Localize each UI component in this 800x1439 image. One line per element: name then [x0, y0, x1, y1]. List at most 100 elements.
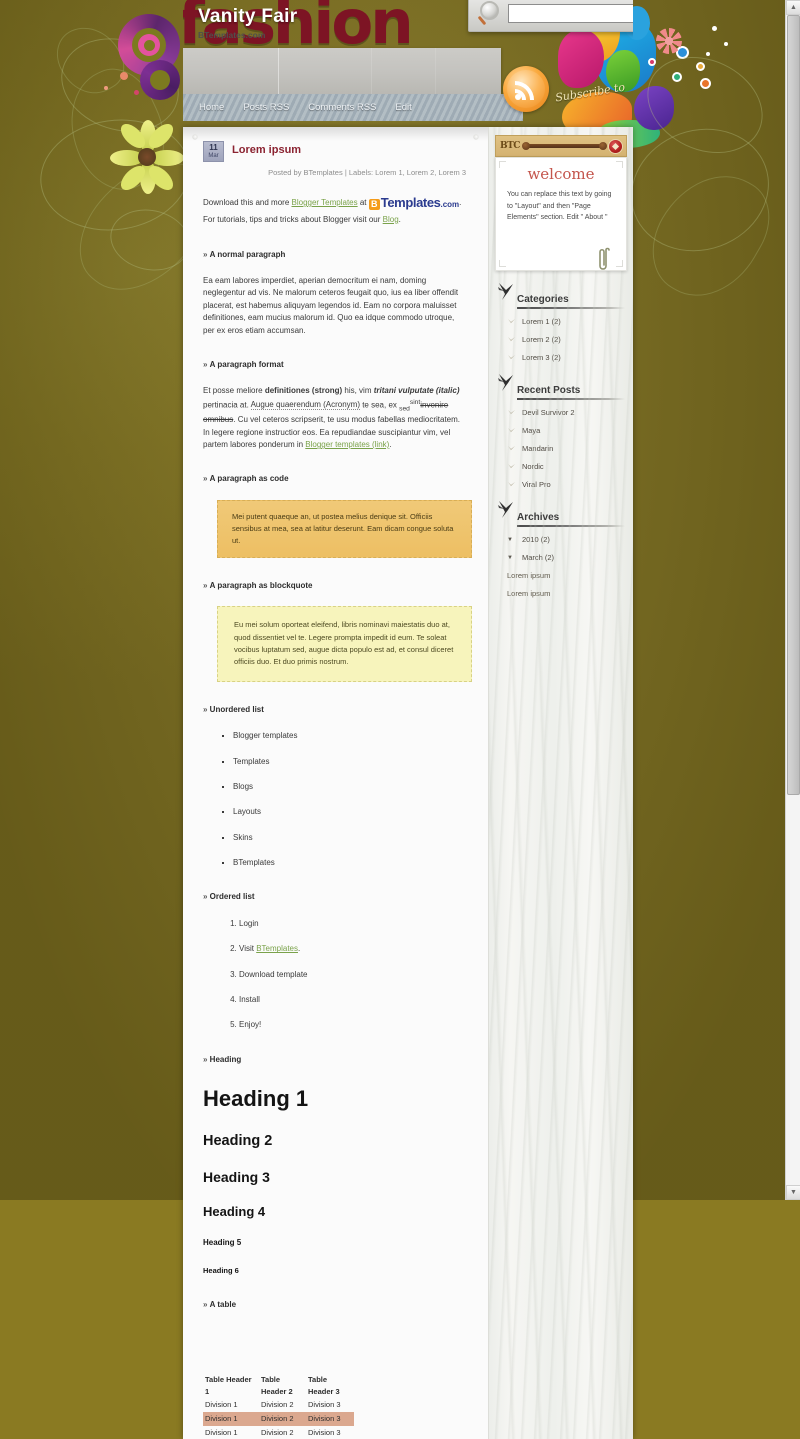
decor-dot	[648, 58, 656, 66]
nav-item-comments-rss[interactable]: Comments RSS	[308, 102, 376, 113]
main-content: 11 Mar Lorem ipsum Posted by BTemplates …	[183, 127, 488, 1439]
decor-dot	[712, 26, 717, 31]
table-cell: Division 1	[205, 1427, 238, 1437]
section-heading: Heading	[203, 1054, 468, 1066]
list-item: Skins	[233, 832, 468, 844]
format-paragraph: Et posse meliore definitiones (strong) h…	[203, 385, 468, 451]
page-wrapper: fashion Vanity Fair BTemplates.com Home …	[183, 0, 633, 1439]
heading-3: Heading 3	[203, 1168, 270, 1185]
intro-text-2: at	[357, 198, 369, 207]
brush-mark-icon	[498, 283, 513, 300]
table-row: Division 1 Division 2 Division 3	[203, 1398, 354, 1412]
table-cell: Division 3	[308, 1427, 341, 1437]
format-superscript: sint	[409, 398, 421, 406]
table-cell: Division 1	[205, 1400, 238, 1410]
btemplates-logo-mark: B	[368, 199, 380, 210]
btemplates-logo-tld: .com	[440, 200, 460, 209]
list-item: Visit BTemplates.	[239, 943, 468, 955]
section-a-table: A table	[203, 1299, 468, 1311]
site-header: fashion Vanity Fair BTemplates.com Home …	[183, 0, 633, 127]
blog-post: 11 Mar Lorem ipsum Posted by BTemplates …	[183, 127, 488, 1439]
scroll-down-icon[interactable]: ▼	[786, 1185, 800, 1200]
categories-widget-header: Categories	[497, 283, 625, 305]
unordered-list: Blogger templates Templates Blogs Layout…	[217, 730, 468, 869]
pin-icon	[473, 134, 479, 140]
list-item: BTemplates	[233, 857, 468, 869]
list-item-after: .	[298, 944, 301, 954]
welcome-widget-header: BTC	[495, 135, 627, 157]
table-header-cell: Table Header 1	[205, 1375, 252, 1396]
archives-widget-header: Archives	[497, 501, 625, 523]
scrollbar[interactable]: ▲ ▼	[785, 0, 800, 1200]
btemplates-logo-name: Templates	[380, 195, 441, 210]
blog-subtitle: BTemplates.com	[198, 30, 266, 40]
decor-rod-icon	[521, 142, 608, 150]
format-t2: his, vim	[342, 386, 374, 396]
recent-posts-widget-header: Recent Posts	[497, 374, 625, 396]
recent-posts-title: Recent Posts	[517, 385, 581, 396]
format-subscript: sed	[399, 404, 410, 412]
post-date-month: Mar	[208, 153, 219, 159]
welcome-logo: BTC	[500, 141, 520, 151]
btemplates-logo: B Templates .com	[368, 193, 460, 214]
list-item: Blogger templates	[233, 730, 468, 742]
decor-dot	[706, 52, 710, 56]
post-meta: Posted by BTemplates | Labels: Lorem 1, …	[268, 168, 466, 177]
list-item: Blogs	[233, 781, 468, 793]
scrollbar-thumb[interactable]	[787, 15, 800, 795]
decor-blob	[150, 70, 170, 90]
categories-title: Categories	[517, 294, 569, 305]
search-input[interactable]	[508, 4, 633, 23]
intro-text-4: .	[398, 214, 401, 224]
table-header-cell: Table Header 2	[261, 1375, 293, 1396]
format-t1: Et posse meliore	[203, 386, 265, 396]
table-cell: Division 2	[261, 1400, 294, 1410]
heading-5: Heading 5	[203, 1237, 242, 1247]
list-item: Download template	[239, 969, 468, 981]
nav-item-posts-rss[interactable]: Posts RSS	[243, 102, 289, 113]
section-paragraph-format: A paragraph format	[203, 359, 468, 371]
section-paragraph-code: A paragraph as code	[203, 473, 468, 485]
table-row-highlighted: Division 1 Division 2 Division 3	[203, 1411, 354, 1426]
format-t4: te sea, ex	[359, 400, 400, 410]
paperclip-icon	[599, 247, 610, 270]
blog-link[interactable]: Blog	[383, 215, 399, 224]
scroll-up-icon[interactable]: ▲	[786, 0, 800, 15]
decor-blob	[144, 40, 155, 51]
heading-1: Heading 1	[203, 1086, 309, 1112]
decor-flower	[110, 119, 184, 195]
nav-item-edit[interactable]: Edit	[395, 102, 411, 113]
list-item: Login	[239, 918, 468, 930]
format-t3: pertinacia at.	[203, 400, 251, 410]
decor-flower	[656, 28, 682, 54]
main-navigation: Home Posts RSS Comments RSS Edit	[183, 94, 523, 121]
format-acronym: Augue quaerendum (Acronym)	[250, 400, 360, 411]
heading-6: Heading 6	[203, 1266, 239, 1275]
post-date-badge: 11 Mar	[203, 141, 224, 162]
format-t6: .	[389, 440, 392, 450]
list-item: Install	[239, 994, 468, 1006]
nav-item-home[interactable]: Home	[199, 102, 224, 113]
post-title[interactable]: Lorem ipsum	[232, 144, 301, 156]
format-link[interactable]: Blogger templates (link)	[305, 440, 389, 449]
blogger-templates-link[interactable]: Blogger Templates	[292, 198, 358, 207]
pin-icon	[192, 134, 198, 140]
sidebar: BTC welcome You can replace this text by…	[488, 127, 633, 1439]
table-row: Division 1 Division 2 Division 3	[203, 1426, 354, 1439]
table-cell: Division 3	[306, 1411, 354, 1426]
rss-icon[interactable]	[503, 66, 549, 112]
archives-title: Archives	[517, 512, 560, 523]
table-header-row: Table Header 1 Table Header 2 Table Head…	[203, 1373, 354, 1398]
format-strong: definitiones (strong)	[264, 386, 343, 396]
format-italic: tritani vulputate (italic)	[373, 386, 460, 396]
ordered-list: Login Visit BTemplates. Download templat…	[217, 918, 468, 1032]
decor-dot	[104, 86, 108, 90]
btemplates-link[interactable]: BTemplates	[256, 944, 298, 953]
heading-2: Heading 2	[203, 1133, 273, 1150]
welcome-widget: BTC welcome You can replace this text by…	[495, 135, 627, 271]
table-cell: Division 3	[308, 1400, 341, 1410]
decor-dot	[134, 90, 139, 95]
list-item: Templates	[233, 756, 468, 768]
post-body: Download this and more Blogger Templates…	[203, 193, 472, 1439]
post-date-day: 11	[209, 143, 218, 152]
